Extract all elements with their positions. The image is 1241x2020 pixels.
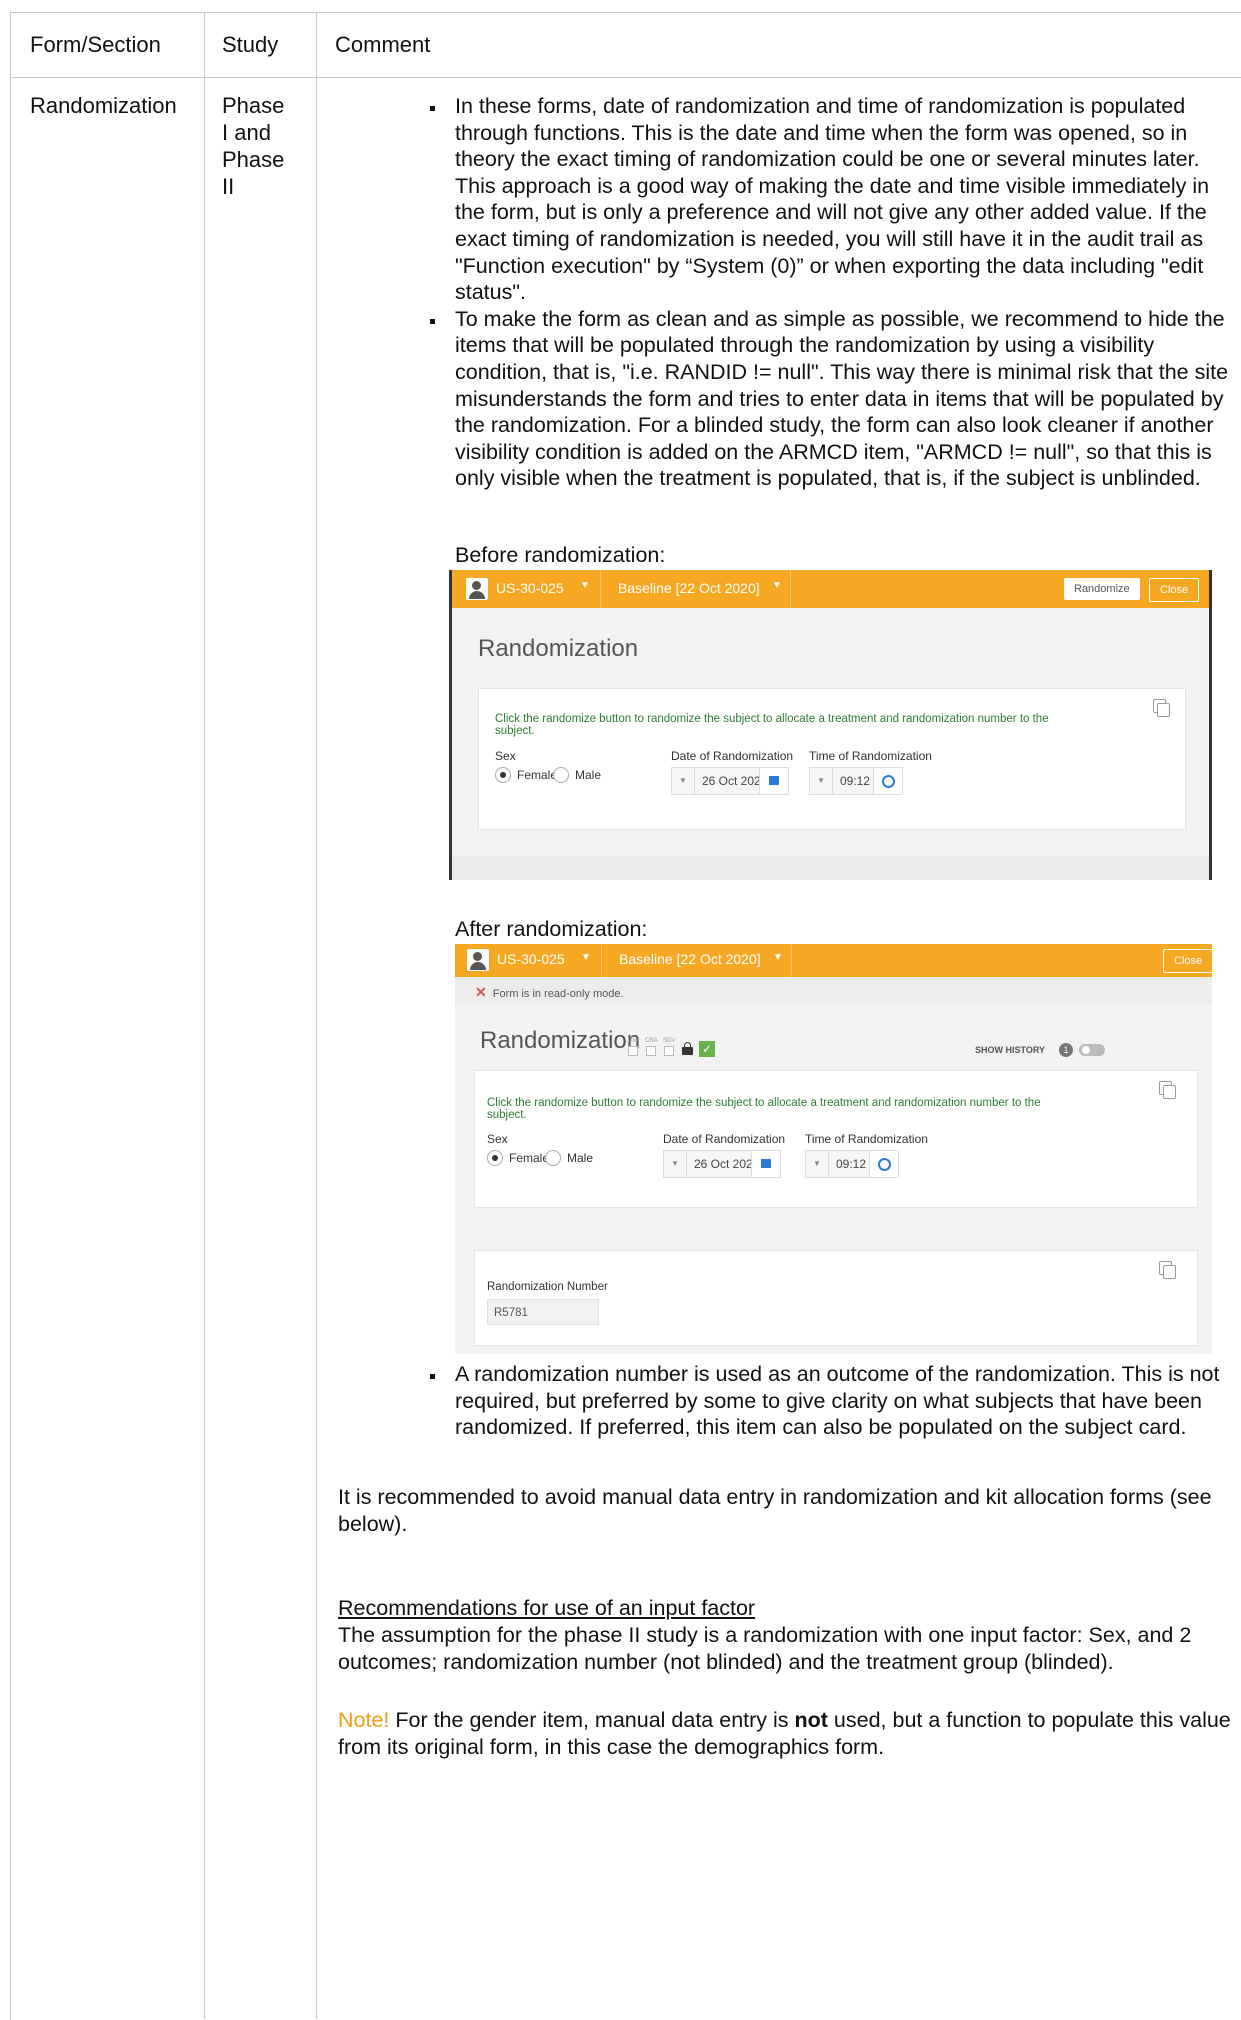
readonly-notice: ✕ Form is in read-only mode. [475, 984, 624, 1000]
bullet-date-time: In these forms, date of randomization an… [430, 93, 1230, 306]
note-label: Note! [338, 1708, 390, 1732]
cra-tag: CRA [645, 1038, 658, 1044]
comment-bullets-2: A randomization number is used as an out… [430, 1361, 1230, 1441]
female-radio[interactable] [487, 1150, 503, 1166]
date-field[interactable]: ▼ 26 Oct 2020 [671, 767, 789, 795]
chevron-down-icon[interactable]: ▼ [664, 1151, 687, 1177]
form-hint: Click the randomize button to randomize … [487, 1097, 1041, 1121]
divider [601, 944, 602, 977]
chevron-down-icon[interactable]: ▼ [806, 1151, 829, 1177]
female-radio[interactable] [495, 767, 511, 783]
column-divider [204, 12, 205, 2019]
date-field[interactable]: ▼ 26 Oct 2020 [663, 1150, 781, 1178]
cra-checkbox[interactable] [646, 1046, 656, 1056]
footer-strip [452, 856, 1209, 880]
recommendations-heading: Recommendations for use of an input fact… [338, 1596, 756, 1620]
top-bar: US-30-025 ▼ Baseline [22 Oct 2020] ▼ Clo… [455, 944, 1212, 977]
subject-id[interactable]: US-30-025 [497, 951, 565, 967]
top-bar: US-30-025 ▼ Baseline [22 Oct 2020] ▼ Ran… [452, 570, 1209, 608]
male-radio[interactable] [545, 1150, 561, 1166]
divider [600, 570, 601, 608]
form-title: Randomization [480, 1027, 641, 1054]
clock-icon[interactable] [869, 1151, 898, 1177]
bullet-rand-number: A randomization number is used as an out… [430, 1361, 1230, 1441]
rand-number-label: Randomization Number [487, 1281, 608, 1293]
female-label: Female [509, 1151, 550, 1165]
rand-number-panel: Randomization Number R5781 [474, 1250, 1198, 1346]
divider [791, 944, 792, 977]
screenshot-before: US-30-025 ▼ Baseline [22 Oct 2020] ▼ Ran… [449, 570, 1212, 880]
check-icon: ✓ [699, 1041, 715, 1057]
paragraph-assumption: The assumption for the phase II study is… [338, 1623, 1192, 1674]
form-panel: Click the randomize button to randomize … [474, 1070, 1198, 1208]
time-label: Time of Randomization [805, 1132, 928, 1146]
time-value: 09:12 [836, 1157, 867, 1171]
male-label: Male [575, 768, 602, 782]
history-count-badge: 1 [1059, 1043, 1073, 1057]
close-icon: ✕ [475, 984, 487, 1000]
calendar-icon[interactable] [759, 768, 788, 794]
calendar-icon[interactable] [751, 1151, 780, 1177]
time-field[interactable]: ▼ 09:12 [805, 1150, 899, 1178]
caption-before: Before randomization: [455, 543, 666, 567]
column-divider [316, 12, 317, 2019]
dm-checkbox[interactable] [628, 1046, 638, 1056]
user-avatar-icon [467, 949, 489, 971]
time-label: Time of Randomization [809, 749, 932, 763]
study-phase: Phase I and Phase II [222, 93, 285, 199]
chevron-down-icon[interactable]: ▼ [810, 768, 833, 794]
date-value: 26 Oct 2020 [694, 1157, 760, 1171]
form-panel: Click the randomize button to randomize … [478, 688, 1186, 830]
form-hint: Click the randomize button to randomize … [495, 713, 1049, 737]
randomize-button[interactable]: Randomize [1064, 578, 1140, 600]
copy-icon[interactable] [1159, 1081, 1176, 1099]
header-form-section: Form/Section [30, 32, 161, 57]
chevron-down-icon[interactable]: ▼ [672, 768, 695, 794]
rand-number-field[interactable]: R5781 [487, 1299, 599, 1325]
chevron-down-icon: ▼ [773, 952, 783, 963]
lock-icon [682, 1042, 693, 1055]
bullet-visibility: To make the form as clean and as simple … [430, 306, 1230, 492]
chevron-down-icon: ▼ [772, 580, 782, 591]
form-title: Randomization [478, 635, 639, 662]
visit-name[interactable]: Baseline [22 Oct 2020] [618, 580, 760, 596]
sdv-checkbox[interactable] [664, 1046, 674, 1056]
screenshot-after: US-30-025 ▼ Baseline [22 Oct 2020] ▼ Clo… [455, 944, 1212, 1354]
close-button[interactable]: Close [1149, 578, 1200, 602]
chevron-down-icon: ▼ [580, 580, 590, 591]
date-label: Date of Randomization [671, 749, 794, 763]
header-comment: Comment [335, 32, 431, 57]
copy-icon[interactable] [1153, 699, 1170, 717]
time-value: 09:12 [840, 774, 871, 788]
readonly-bar: ✕ Form is in read-only mode. [455, 977, 1212, 1005]
paragraph-note: Note! For the gender item, manual data e… [338, 1708, 1231, 1759]
sex-label: Sex [487, 1132, 508, 1146]
dm-tag: DM [628, 1038, 638, 1044]
comment-bullets: In these forms, date of randomization an… [430, 93, 1230, 492]
show-history-label: SHOW HISTORY [975, 1045, 1046, 1055]
caption-after: After randomization: [455, 917, 648, 941]
male-radio[interactable] [553, 767, 569, 783]
time-field[interactable]: ▼ 09:12 [809, 767, 903, 795]
male-label: Male [567, 1151, 594, 1165]
subject-id[interactable]: US-30-025 [496, 580, 564, 596]
header-divider [10, 77, 1241, 78]
header-study: Study [222, 32, 279, 57]
divider [790, 570, 791, 608]
sex-label: Sex [495, 749, 516, 763]
user-avatar-icon [466, 578, 488, 600]
copy-icon[interactable] [1159, 1261, 1176, 1279]
clock-icon[interactable] [873, 768, 902, 794]
close-button[interactable]: Close [1163, 949, 1212, 973]
show-history-toggle[interactable] [1079, 1044, 1105, 1056]
female-label: Female [517, 768, 558, 782]
chevron-down-icon: ▼ [581, 952, 591, 963]
paragraph-manual-entry: It is recommended to avoid manual data e… [338, 1485, 1212, 1536]
date-value: 26 Oct 2020 [702, 774, 768, 788]
date-label: Date of Randomization [663, 1132, 786, 1146]
form-name: Randomization [30, 93, 177, 118]
visit-name[interactable]: Baseline [22 Oct 2020] [619, 951, 761, 967]
sdv-tag: SDV [663, 1038, 676, 1044]
